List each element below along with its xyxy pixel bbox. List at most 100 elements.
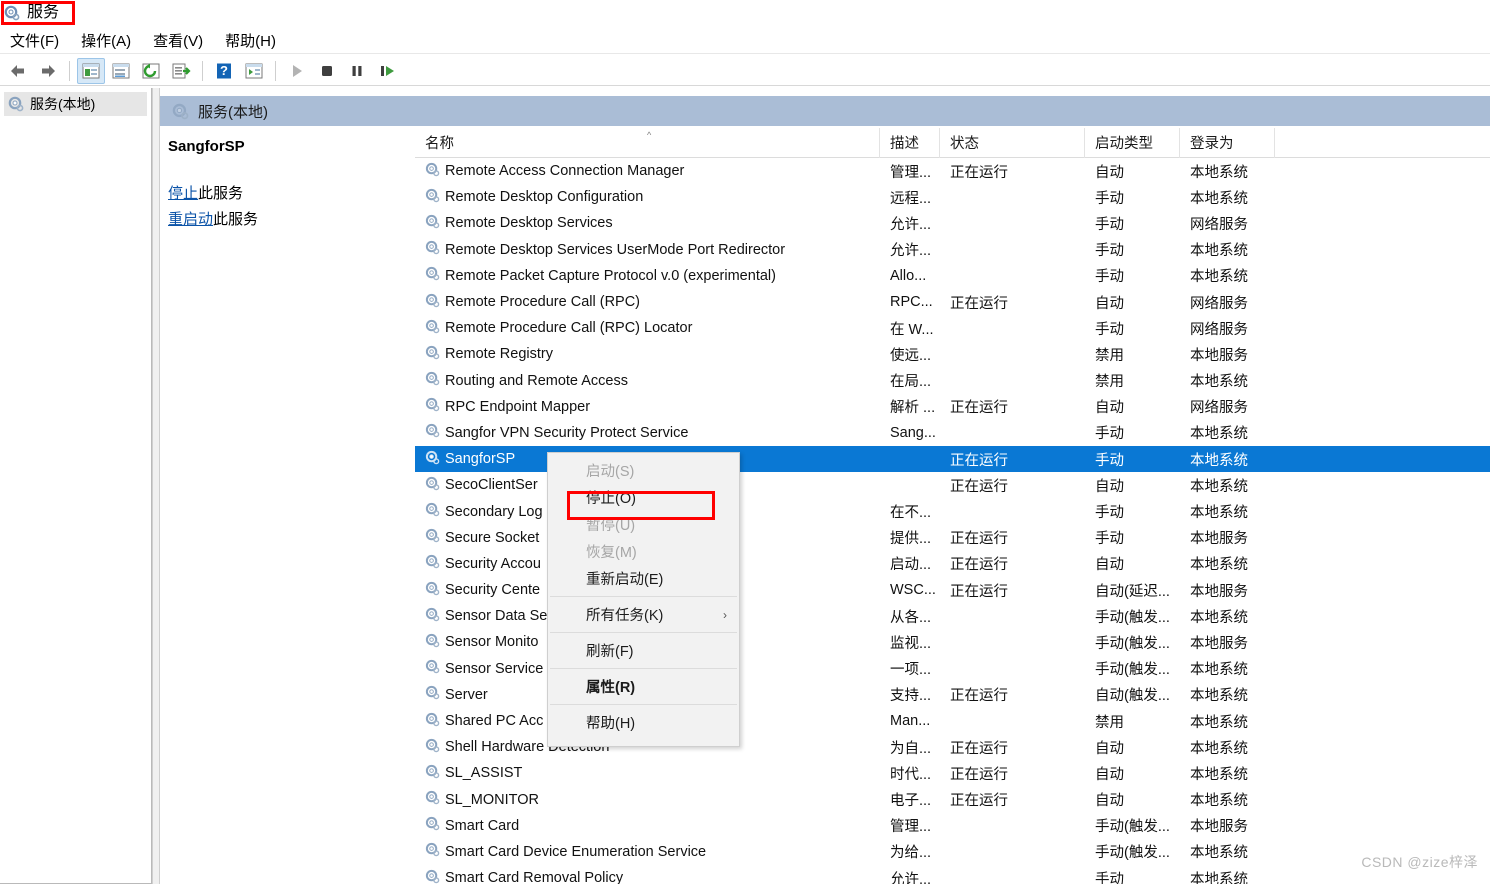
ctx-refresh[interactable]: 刷新(F): [548, 637, 739, 664]
context-menu-separator: [550, 704, 737, 705]
column-status[interactable]: 状态: [940, 128, 1085, 158]
table-row[interactable]: Smart Card Removal Policy 允许... 手动 本地系统: [415, 865, 1490, 884]
cell-startup-type: 手动: [1095, 452, 1124, 469]
restart-service-suffix: 此服务: [213, 211, 259, 228]
table-row[interactable]: Sangfor VPN Security Protect Service Sang…: [415, 420, 1490, 446]
cell-startup-type: 自动: [1095, 295, 1124, 312]
toolbar-properties[interactable]: [107, 58, 135, 84]
menu-file[interactable]: 文件(F): [10, 30, 59, 51]
ctx-properties[interactable]: 属性(R): [548, 673, 739, 700]
toolbar: ?: [0, 56, 1490, 86]
services-gear-icon: [425, 685, 440, 704]
cell-log-on-as: 本地系统: [1190, 662, 1248, 679]
services-gear-icon: [425, 607, 440, 626]
menu-action[interactable]: 操作(A): [81, 30, 131, 51]
table-row[interactable]: Remote Procedure Call (RPC) RPC... 正在运行 自动 网…: [415, 289, 1490, 315]
cell-status: 正在运行: [950, 478, 1008, 495]
tree-item-label: 服务(本地): [30, 96, 96, 112]
service-context-menu: 启动(S) 停止(O) 暂停(U) 恢复(M) 重新启动(E) 所有任务(K) › 刷新(F)…: [547, 452, 740, 747]
toolbar-refresh[interactable]: [137, 58, 165, 84]
toolbar-show-tree[interactable]: [77, 57, 105, 84]
column-description[interactable]: 描述: [880, 128, 940, 158]
cell-log-on-as: 网络服务: [1190, 321, 1248, 338]
cell-description: Sang...: [890, 424, 936, 441]
cell-startup-type: 自动(延迟...: [1095, 583, 1170, 600]
ctx-stop[interactable]: 停止(O): [548, 484, 739, 511]
toolbar-separator: [275, 60, 276, 81]
cell-description: RPC...: [890, 294, 933, 311]
toolbar-start-service[interactable]: [283, 58, 311, 84]
cell-description: 允许...: [890, 216, 932, 233]
cell-description: 允许...: [890, 243, 932, 260]
table-row[interactable]: Remote Registry 使远... 禁用 本地服务: [415, 341, 1490, 367]
table-row[interactable]: RPC Endpoint Mapper 解析 ... 正在运行 自动 网络服务: [415, 394, 1490, 420]
services-gear-icon: [425, 659, 440, 678]
table-row[interactable]: Remote Desktop Configuration 远程... 手动 本地系统: [415, 184, 1490, 210]
toolbar-restart-service[interactable]: [373, 58, 401, 84]
stop-service-line: 停止此服务: [168, 181, 413, 207]
table-row[interactable]: Remote Desktop Services UserMode Port Re…: [415, 237, 1490, 263]
toolbar-pause-service[interactable]: [343, 58, 371, 84]
menu-help[interactable]: 帮助(H): [225, 30, 276, 51]
cell-service-name: Routing and Remote Access: [415, 371, 880, 390]
cell-description: 允许...: [890, 871, 932, 884]
cell-startup-type: 手动: [1095, 505, 1124, 522]
table-row[interactable]: SL_MONITOR 电子... 正在运行 自动 本地系统: [415, 787, 1490, 813]
table-row[interactable]: Remote Access Connection Manager 管理... 正在运…: [415, 158, 1490, 184]
service-name-text: Smart Card Device Enumeration Service: [445, 843, 707, 860]
services-gear-icon: [425, 581, 440, 600]
toolbar-export-list[interactable]: [167, 58, 195, 84]
table-row[interactable]: Remote Desktop Services 允许... 手动 网络服务: [415, 210, 1490, 236]
stop-service-link[interactable]: 停止: [168, 185, 198, 202]
cell-startup-type: 手动(触发...: [1095, 662, 1170, 679]
cell-startup-type: 自动: [1095, 766, 1124, 783]
services-gear-icon: [425, 345, 440, 364]
restart-service-link[interactable]: 重启动: [168, 211, 213, 228]
ctx-help[interactable]: 帮助(H): [548, 709, 739, 736]
cell-description: 从各...: [890, 609, 932, 626]
table-row[interactable]: Routing and Remote Access 在局... 禁用 本地系统: [415, 368, 1490, 394]
service-name-text: Remote Desktop Services: [445, 215, 613, 232]
cell-description: 远程...: [890, 190, 932, 207]
window-title: 服务: [27, 4, 60, 21]
table-row[interactable]: SL_ASSIST 时代... 正在运行 自动 本地系统: [415, 760, 1490, 786]
cell-service-name: Remote Procedure Call (RPC): [415, 293, 880, 312]
toolbar-back[interactable]: [4, 58, 32, 84]
cell-description: 为自...: [890, 740, 932, 757]
svg-text:?: ?: [220, 63, 228, 78]
services-window: 服务 文件(F) 操作(A) 查看(V) 帮助(H) ? 服务(本地) 服务(本…: [0, 0, 1490, 884]
cell-startup-type: 手动(触发...: [1095, 845, 1170, 862]
table-row[interactable]: Smart Card 管理... 手动(触发... 本地服务: [415, 813, 1490, 839]
watermark: CSDN @zize梓泽: [1361, 854, 1478, 870]
toolbar-action-pane[interactable]: [240, 58, 268, 84]
table-row[interactable]: Remote Packet Capture Protocol v.0 (expe…: [415, 263, 1490, 289]
cell-startup-type: 手动: [1095, 871, 1124, 884]
tree-item-services-local[interactable]: 服务(本地): [4, 92, 147, 116]
cell-startup-type: 手动: [1095, 216, 1124, 233]
cell-description: 管理...: [890, 819, 932, 836]
table-row[interactable]: Remote Procedure Call (RPC) Locator 在 W..…: [415, 315, 1490, 341]
service-name-text: Routing and Remote Access: [445, 372, 628, 389]
column-name[interactable]: 名称 ^: [415, 128, 880, 158]
table-row[interactable]: Smart Card Device Enumeration Service 为给.…: [415, 839, 1490, 865]
menu-view[interactable]: 查看(V): [153, 30, 203, 51]
cell-description: 为给...: [890, 845, 932, 862]
column-log-on-as[interactable]: 登录为: [1180, 128, 1275, 158]
ctx-all-tasks[interactable]: 所有任务(K) ›: [548, 601, 739, 628]
toolbar-help[interactable]: ?: [210, 58, 238, 84]
ctx-restart[interactable]: 重新启动(E): [548, 565, 739, 592]
cell-service-name: Remote Packet Capture Protocol v.0 (expe…: [415, 266, 880, 285]
cell-service-name: Remote Registry: [415, 345, 880, 364]
toolbar-forward[interactable]: [34, 58, 62, 84]
services-gear-icon: [425, 476, 440, 495]
cell-service-name: Smart Card: [415, 816, 880, 835]
cell-startup-type: 自动: [1095, 400, 1124, 417]
column-startup-type[interactable]: 启动类型: [1085, 128, 1180, 158]
services-gear-icon: [425, 502, 440, 521]
cell-log-on-as: 本地系统: [1190, 452, 1248, 469]
toolbar-stop-service[interactable]: [313, 58, 341, 84]
cell-status: 正在运行: [950, 793, 1008, 810]
cell-description: 在 W...: [890, 321, 934, 338]
service-name-text: RPC Endpoint Mapper: [445, 398, 591, 415]
pane-splitter[interactable]: [152, 88, 160, 884]
